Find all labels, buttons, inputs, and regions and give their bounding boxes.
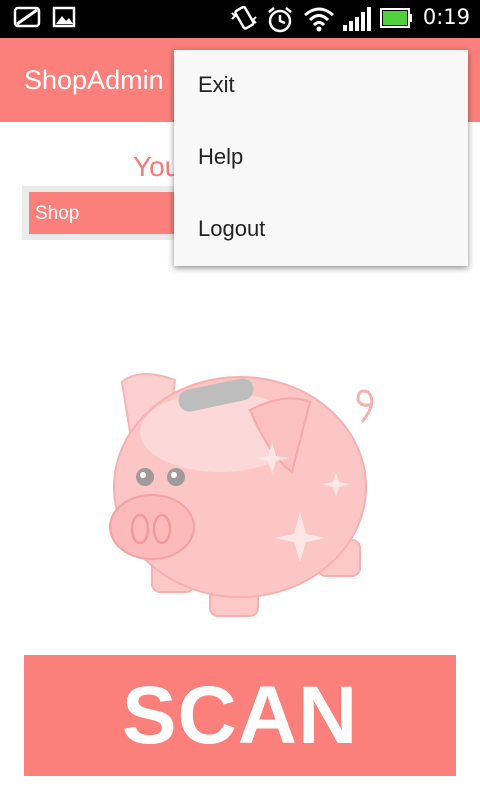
battery-icon (380, 8, 412, 28)
menu-item-exit[interactable]: Exit (174, 50, 468, 122)
notification-icon (13, 6, 41, 28)
piggy-bank-icon (109, 373, 374, 617)
vibrate-icon (231, 5, 257, 30)
app-title: ShopAdmin (24, 65, 164, 95)
menu-item-logout[interactable]: Logout (174, 194, 468, 266)
shop-spinner-value: Shop (35, 203, 80, 224)
status-bar: 0:19 (0, 0, 480, 38)
menu-item-label: Exit (198, 72, 235, 97)
picture-icon (52, 6, 76, 28)
clock: 0:19 (422, 5, 470, 29)
menu-item-label: Logout (198, 216, 266, 241)
menu-item-help[interactable]: Help (174, 122, 468, 194)
wifi-icon (304, 7, 334, 32)
menu-item-label: Help (198, 144, 244, 169)
overflow-menu: Exit Help Logout (174, 50, 468, 266)
signal-icon (343, 7, 371, 31)
scan-button[interactable]: SCAN (24, 655, 456, 776)
alarm-icon (268, 7, 292, 33)
